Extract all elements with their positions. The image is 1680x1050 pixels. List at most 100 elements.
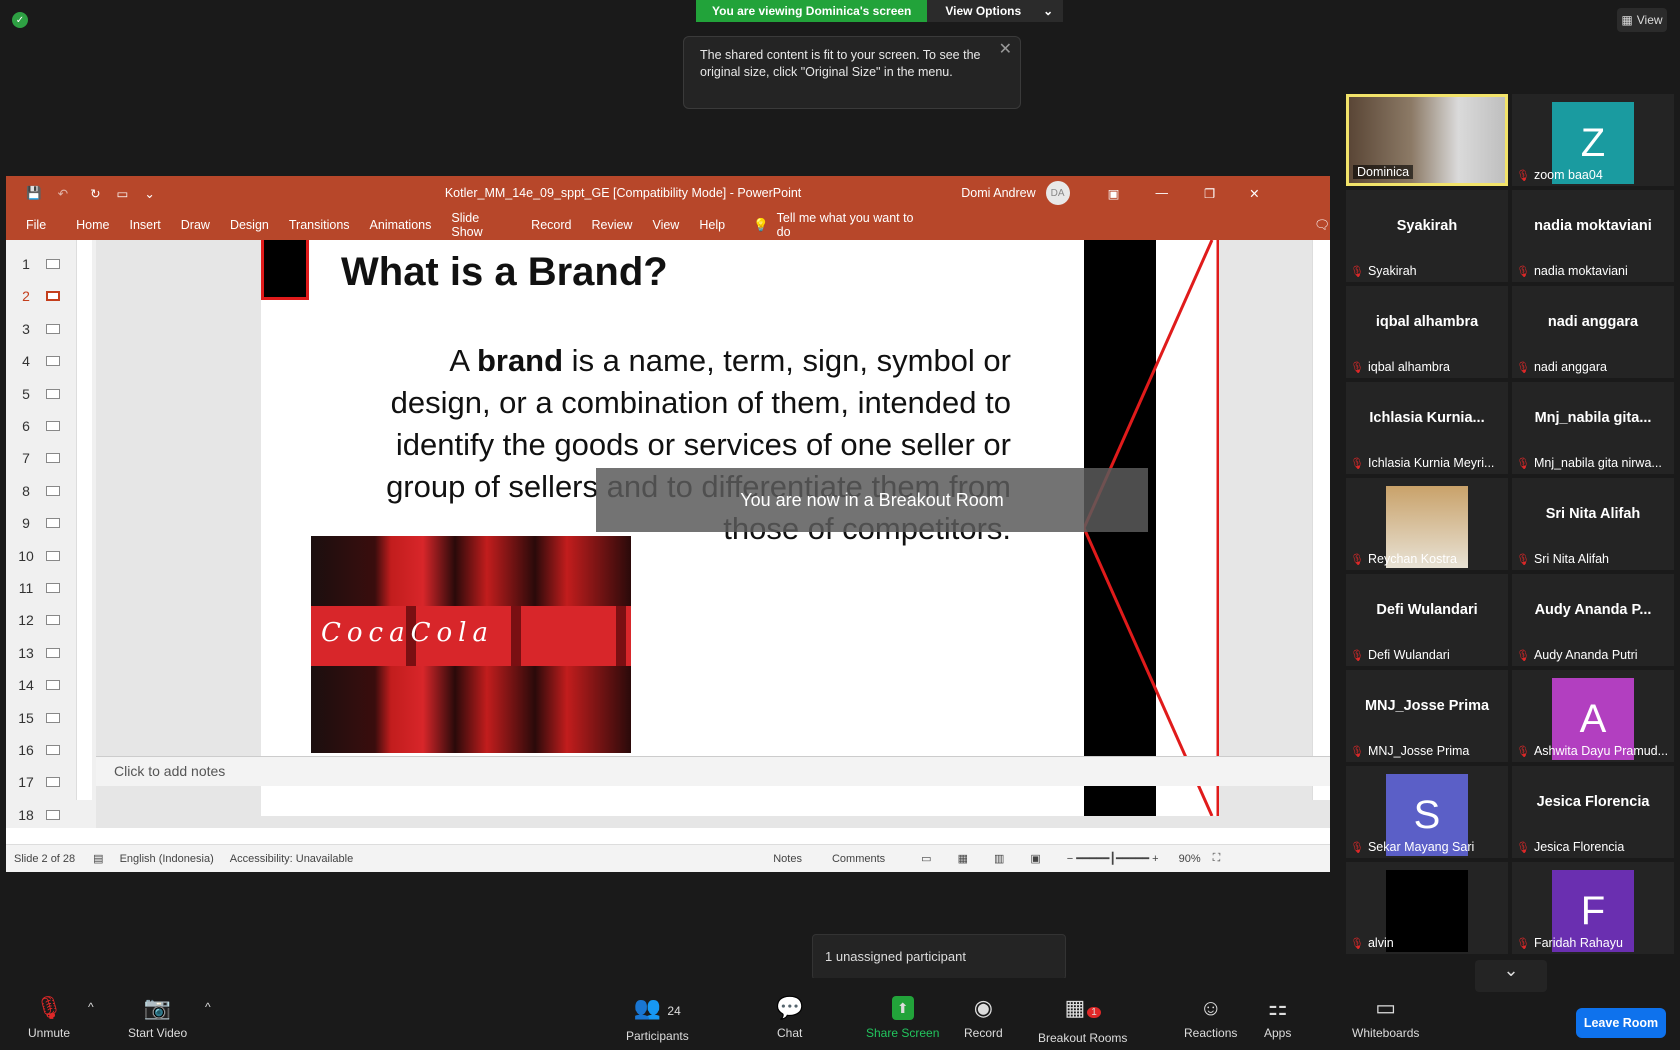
participant-tile[interactable]: A 🎙 Ashwita Dayu Pramud... <box>1512 670 1674 762</box>
language-indicator[interactable]: English (Indonesia) <box>120 853 214 865</box>
spellcheck-icon[interactable]: ▤ <box>93 852 103 865</box>
slide-thumbnail[interactable]: 18 <box>6 799 76 831</box>
notes-toggle[interactable]: Notes <box>773 853 802 865</box>
video-options-caret-icon[interactable]: ^ <box>205 1000 211 1014</box>
view-options-button[interactable]: View Options ⌄ <box>927 0 1064 22</box>
close-icon[interactable]: ✕ <box>999 41 1012 58</box>
tab-view[interactable]: View <box>652 218 679 232</box>
tab-help[interactable]: Help <box>699 218 725 232</box>
participant-tile[interactable]: MNJ_Josse Prima 🎙 MNJ_Josse Prima <box>1346 670 1508 762</box>
restore-icon[interactable]: ❐ <box>1204 186 1215 201</box>
slide-thumbnail[interactable]: 16 <box>6 734 76 766</box>
unmute-button[interactable]: 🎙 Unmute <box>28 996 70 1041</box>
slide-thumbnail[interactable]: 14 <box>6 669 76 701</box>
participant-tile[interactable]: Syakirah 🎙 Syakirah <box>1346 190 1508 282</box>
tab-insert[interactable]: Insert <box>130 218 161 232</box>
tab-design[interactable]: Design <box>230 218 269 232</box>
participant-tile[interactable]: 🎙 Reychan Kostra <box>1346 478 1508 570</box>
participant-tile[interactable]: Ichlasia Kurnia... 🎙 Ichlasia Kurnia Meyri… <box>1346 382 1508 474</box>
apps-button[interactable]: ⚏ Apps <box>1264 996 1291 1041</box>
notes-pane[interactable]: Click to add notes <box>96 756 1330 786</box>
normal-view-icon[interactable]: ▭ <box>921 852 931 865</box>
tell-me-search[interactable]: Tell me what you want to do <box>777 211 924 239</box>
slide-thumbnail[interactable]: 15 <box>6 702 76 734</box>
tab-animations[interactable]: Animations <box>370 218 432 232</box>
participant-tile[interactable]: S 🎙 Sekar Mayang Sari <box>1346 766 1508 858</box>
participant-name: Ichlasia Kurnia Meyri... <box>1367 456 1495 470</box>
participant-tile[interactable]: nadi anggara 🎙 nadi anggara <box>1512 286 1674 378</box>
chevron-down-icon[interactable]: ⌄ <box>1475 960 1547 992</box>
undo-icon[interactable]: ↶ <box>58 186 68 201</box>
share-screen-button[interactable]: ⬆ Share Screen <box>866 996 939 1040</box>
ppt-user-avatar[interactable]: DA <box>1045 181 1070 205</box>
slide-thumbnail[interactable]: 13 <box>6 637 76 669</box>
participant-tile[interactable]: Dominica <box>1346 94 1508 186</box>
slide-thumbnail[interactable]: 9 <box>6 507 76 539</box>
comments-icon[interactable]: 🗨 <box>1314 218 1330 233</box>
thumbnail-number: 5 <box>22 385 30 402</box>
participant-tile[interactable]: 🎙 alvin <box>1346 862 1508 954</box>
slide-thumbnail[interactable]: 17 <box>6 766 76 798</box>
zoom-slider[interactable]: − ━━━━━┃━━━━━ + <box>1067 852 1159 865</box>
slide-thumbnail[interactable]: 6 <box>6 410 76 442</box>
participant-tile[interactable]: Audy Ananda P... 🎙 Audy Ananda Putri <box>1512 574 1674 666</box>
view-button[interactable]: ▦ View <box>1617 8 1667 32</box>
slide-thumbnail[interactable]: 7 <box>6 442 76 474</box>
slide-thumbnail[interactable]: 4 <box>6 345 76 377</box>
participant-name: Mnj_nabila gita nirwa... <box>1533 456 1662 470</box>
record-button[interactable]: ◉ Record <box>964 996 1003 1041</box>
slide-thumbnail[interactable]: 2 <box>6 280 76 312</box>
customize-icon[interactable]: ⌄ <box>144 186 154 201</box>
participant-display-name: MNJ_Josse Prima <box>1364 698 1490 714</box>
reading-view-icon[interactable]: ▥ <box>994 852 1004 865</box>
participant-tile[interactable]: Sri Nita Alifah 🎙 Sri Nita Alifah <box>1512 478 1674 570</box>
tab-record[interactable]: Record <box>531 218 571 232</box>
participant-name-label: 🎙 nadia moktaviani <box>1516 264 1628 278</box>
slideshow-icon[interactable]: ▣ <box>1030 852 1040 865</box>
tab-review[interactable]: Review <box>591 218 632 232</box>
breakout-rooms-button[interactable]: ▦ 1 Breakout Rooms <box>1038 996 1127 1046</box>
thumbnail-scrollbar[interactable] <box>76 240 92 800</box>
slide-thumbnail[interactable]: 3 <box>6 313 76 345</box>
chat-button[interactable]: 💬 Chat <box>776 996 803 1041</box>
tab-file[interactable]: File <box>26 218 46 232</box>
participant-tile[interactable]: iqbal alhambra 🎙 iqbal alhambra <box>1346 286 1508 378</box>
slide-thumbnail[interactable]: 12 <box>6 604 76 636</box>
zoom-level[interactable]: 90% <box>1179 853 1201 865</box>
fit-slide-icon[interactable]: ⛶ <box>1213 852 1221 865</box>
ribbon-display-icon[interactable]: ▣ <box>1108 186 1120 201</box>
reactions-button[interactable]: ☺ Reactions <box>1184 996 1237 1041</box>
redo-icon[interactable]: ↻ <box>90 186 100 201</box>
slide-thumbnail[interactable]: 5 <box>6 378 76 410</box>
close-window-icon[interactable]: ✕ <box>1249 186 1259 201</box>
whiteboards-button[interactable]: ▭ Whiteboards <box>1352 996 1419 1041</box>
slide-thumbnail[interactable]: 8 <box>6 475 76 507</box>
thumbnail-preview <box>46 291 60 302</box>
slide-thumbnail[interactable]: 1 <box>6 248 76 280</box>
participants-button[interactable]: 👥 24 Participants <box>626 996 689 1044</box>
accessibility-status[interactable]: Accessibility: Unavailable <box>230 853 354 865</box>
start-video-button[interactable]: 📷 Start Video <box>128 996 187 1041</box>
leave-room-button[interactable]: Leave Room <box>1576 1008 1666 1038</box>
present-icon[interactable]: ▭ <box>117 186 129 201</box>
tab-transitions[interactable]: Transitions <box>289 218 350 232</box>
tab-slide-show[interactable]: Slide Show <box>451 211 511 239</box>
comments-toggle[interactable]: Comments <box>832 853 885 865</box>
tab-home[interactable]: Home <box>76 218 109 232</box>
participant-tile[interactable]: Z 🎙 zoom baa04 <box>1512 94 1674 186</box>
participant-tile[interactable]: nadia moktaviani 🎙 nadia moktaviani <box>1512 190 1674 282</box>
unassigned-participant-popup[interactable]: 1 unassigned participant <box>812 934 1066 980</box>
participant-tile[interactable]: Mnj_nabila gita... 🎙 Mnj_nabila gita nirwa… <box>1512 382 1674 474</box>
participant-tile[interactable]: F 🎙 Faridah Rahayu <box>1512 862 1674 954</box>
security-shield-icon[interactable]: ✓ <box>12 12 28 28</box>
slide-sorter-icon[interactable]: ▦ <box>958 852 968 865</box>
minimize-icon[interactable]: — <box>1155 186 1168 200</box>
tab-draw[interactable]: Draw <box>181 218 210 232</box>
participant-tile[interactable]: Defi Wulandari 🎙 Defi Wulandari <box>1346 574 1508 666</box>
slide-vertical-scrollbar[interactable] <box>1312 240 1330 800</box>
audio-options-caret-icon[interactable]: ^ <box>88 1000 94 1014</box>
slide-thumbnail[interactable]: 10 <box>6 540 76 572</box>
save-icon[interactable]: 💾 <box>26 186 42 201</box>
participant-tile[interactable]: Jesica Florencia 🎙 Jesica Florencia <box>1512 766 1674 858</box>
slide-thumbnail[interactable]: 11 <box>6 572 76 604</box>
